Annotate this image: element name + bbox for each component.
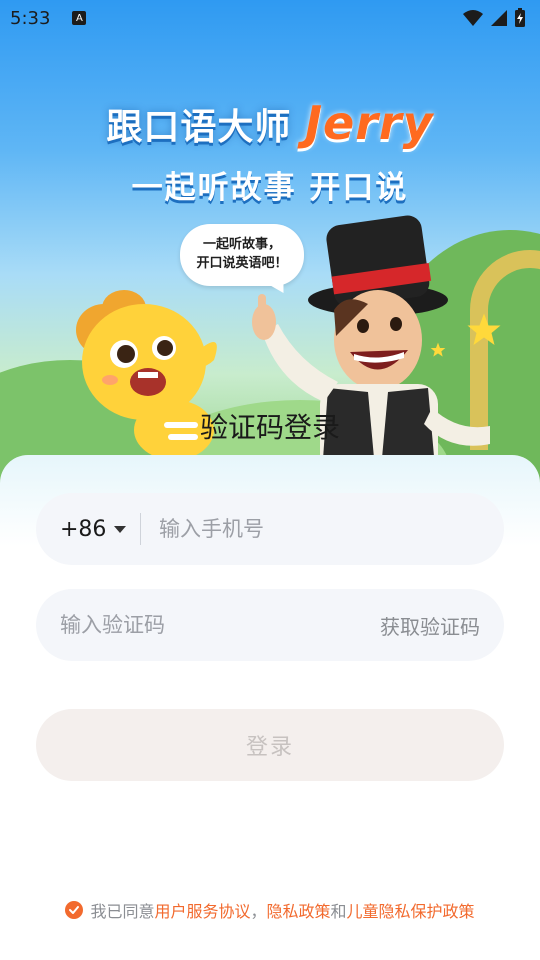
page-title: 验证码登录 — [199, 411, 340, 444]
hero-title-brand: Jerry — [304, 96, 434, 150]
hero-title: 跟口语大师 Jerry — [0, 96, 540, 150]
country-code-value: +86 — [60, 516, 107, 542]
code-field: 获取验证码 — [36, 589, 504, 661]
hero-title-text: 跟口语大师 — [106, 107, 292, 148]
terms-link[interactable]: 用户服务协议 — [154, 898, 250, 922]
verification-code-input[interactable] — [36, 589, 380, 661]
signal-icon — [491, 10, 507, 26]
country-code-selector[interactable]: +86 — [36, 493, 140, 565]
hero-subtitle: 一起听故事 开口说 — [131, 170, 409, 206]
status-bar: 5:33 A — [0, 0, 540, 36]
privacy-policy-link[interactable]: 隐私政策 — [267, 898, 331, 922]
check-icon — [69, 906, 80, 914]
battery-charging-icon — [515, 8, 525, 27]
phone-input[interactable] — [141, 493, 504, 565]
agreement-checkbox[interactable] — [65, 901, 84, 919]
status-icons — [462, 8, 526, 28]
agreement-row: 我已同意 用户服务协议 ， 隐私政策 和 儿童隐私保护政策 — [0, 898, 540, 922]
agreement-comma: ， — [250, 902, 267, 921]
status-time: 5:33 — [10, 7, 51, 29]
get-code-button[interactable]: 获取验证码 — [380, 611, 504, 640]
phone-field: +86 — [36, 493, 504, 565]
agreement-prefix: 我已同意 — [90, 902, 155, 921]
agreement-and: 和 — [330, 902, 347, 921]
star-decoration — [430, 342, 446, 357]
caret-down-icon — [114, 525, 127, 533]
login-button[interactable]: 登录 — [36, 709, 504, 781]
child-privacy-policy-link[interactable]: 儿童隐私保护政策 — [347, 898, 475, 922]
accessibility-a-icon: A — [72, 11, 87, 25]
wifi-icon — [463, 10, 483, 26]
star-decoration — [467, 313, 501, 345]
